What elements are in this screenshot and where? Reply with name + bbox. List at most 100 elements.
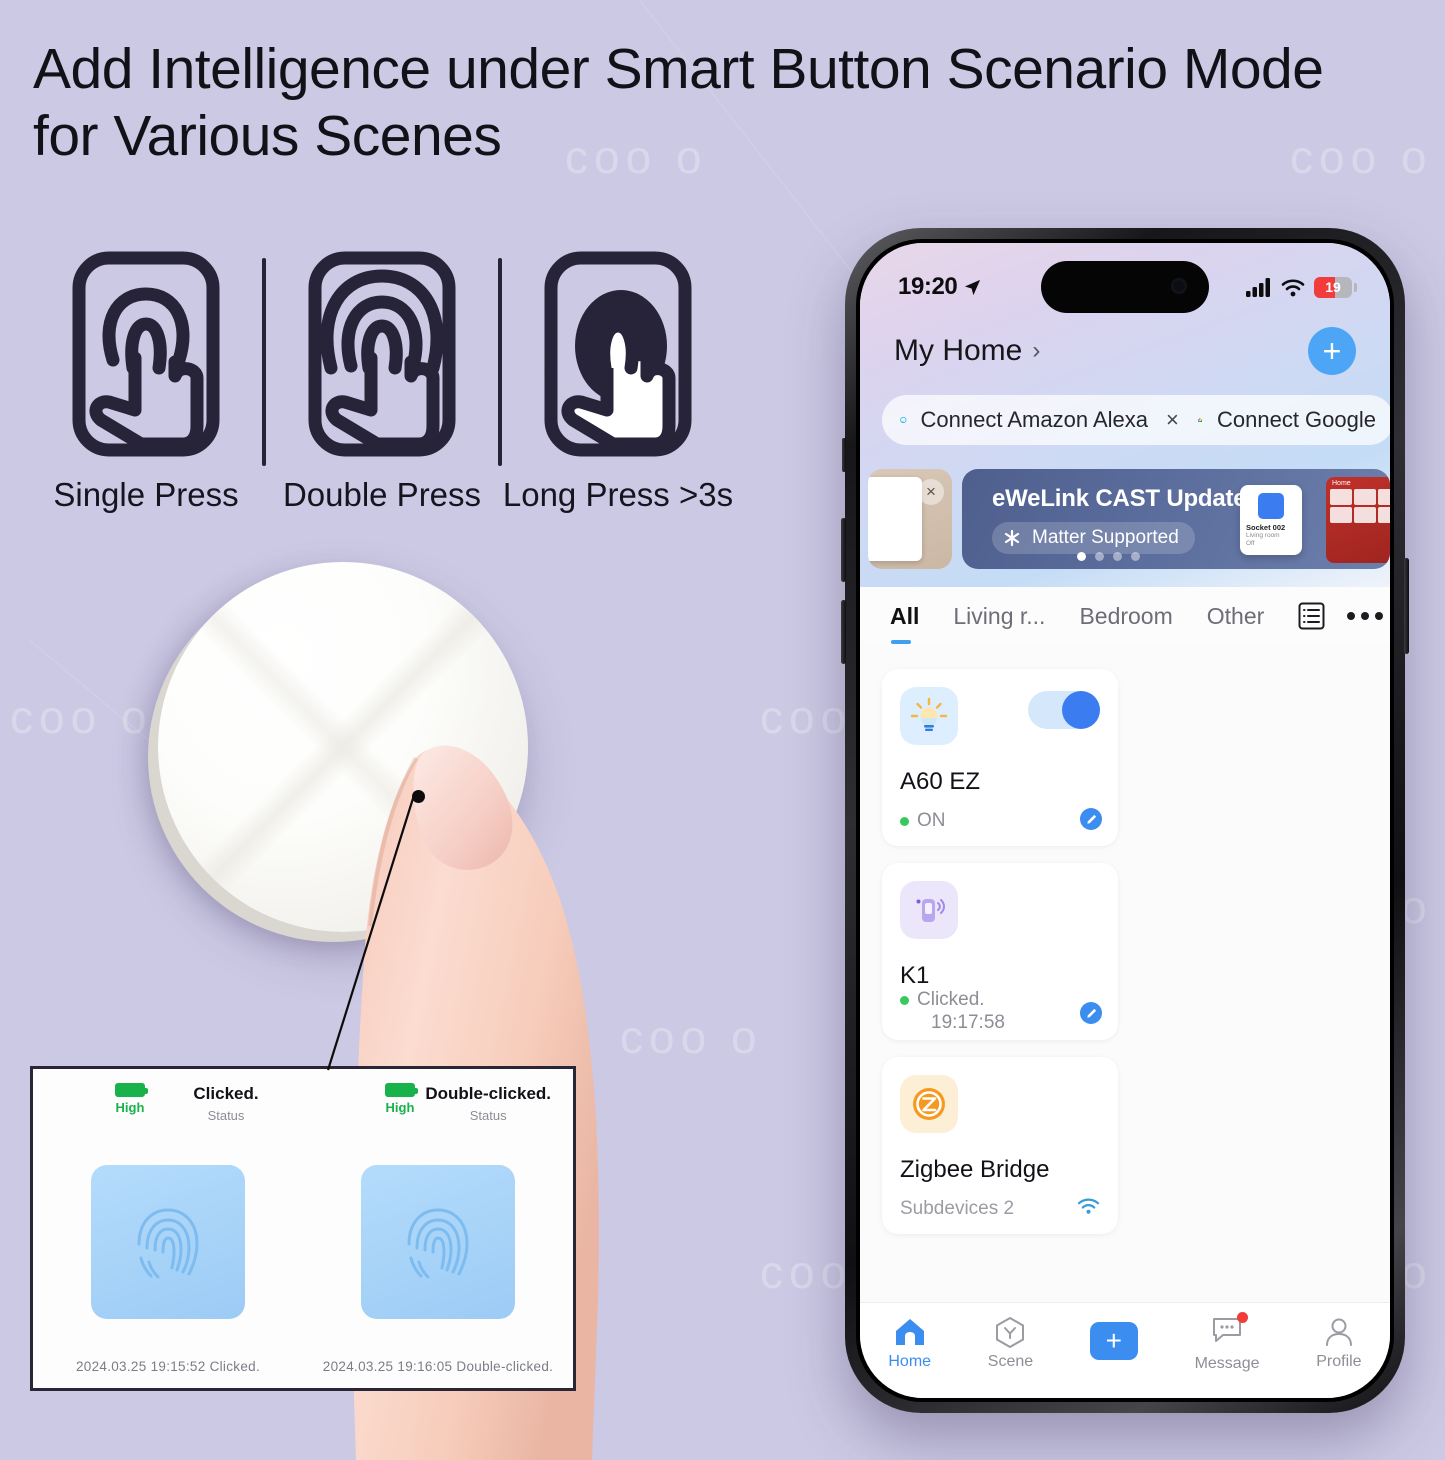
gesture-label: Long Press >3s bbox=[502, 476, 734, 513]
banner-card-room: Living room bbox=[1246, 532, 1280, 539]
tabbar-item-add[interactable]: + bbox=[1089, 1322, 1138, 1365]
add-plus-icon[interactable]: + bbox=[1089, 1322, 1138, 1360]
callout-dot bbox=[412, 790, 425, 803]
home-icon bbox=[895, 1319, 924, 1345]
banner-right-photo: Home bbox=[1326, 477, 1390, 563]
device-card-zigbee-bridge[interactable]: Zigbee Bridge Subdevices 2 bbox=[882, 1057, 1118, 1234]
carousel-dot[interactable] bbox=[1131, 552, 1140, 561]
tabbar-item-scene[interactable]: Scene bbox=[988, 1316, 1033, 1371]
status-value: Clicked. bbox=[193, 1084, 259, 1103]
previous-banner-card[interactable]: × bbox=[868, 469, 952, 569]
tabbar-item-profile[interactable]: Profile bbox=[1316, 1316, 1362, 1371]
gesture-label: Single Press bbox=[53, 476, 239, 513]
device-status-text: ON bbox=[917, 809, 946, 831]
volume-down-button[interactable] bbox=[841, 600, 846, 664]
edit-icon[interactable] bbox=[1080, 1002, 1102, 1024]
status-battery: 19 bbox=[1314, 276, 1357, 298]
event-log-panel: High Clicked. Status 2024.03.25 19:15:52… bbox=[30, 1066, 576, 1391]
tabbar-item-message[interactable]: Message bbox=[1194, 1311, 1260, 1373]
banner-text: eWeLink CAST Update Matter Supported bbox=[962, 485, 1247, 554]
phone-mockup: 19:20 19 My Home › + Connect Amazon Alex… bbox=[841, 228, 1409, 1413]
tabbar-item-home[interactable]: Home bbox=[888, 1316, 931, 1371]
log-timestamp: 2024.03.25 19:16:05 Double-clicked. bbox=[322, 1359, 554, 1374]
tab-all[interactable]: All bbox=[890, 603, 919, 644]
power-toggle[interactable] bbox=[1028, 691, 1100, 729]
banner-photo-grid bbox=[1326, 489, 1390, 523]
cellular-signal-icon bbox=[1246, 277, 1270, 297]
close-icon[interactable]: × bbox=[1166, 407, 1179, 433]
tabbar-label: Profile bbox=[1316, 1353, 1362, 1370]
callout-line bbox=[326, 791, 417, 1071]
status-indicators: 19 bbox=[1246, 276, 1357, 298]
carousel-dot[interactable] bbox=[1077, 552, 1086, 561]
device-name: Zigbee Bridge bbox=[900, 1156, 1050, 1183]
matter-chip-label: Matter Supported bbox=[1032, 526, 1179, 548]
connect-alexa-label[interactable]: Connect Amazon Alexa bbox=[921, 407, 1148, 433]
dynamic-island bbox=[1041, 261, 1209, 313]
close-icon[interactable]: × bbox=[918, 479, 944, 505]
double-press-icon bbox=[308, 251, 456, 457]
log-entry: High Double-clicked. Status 2024.03.25 1… bbox=[303, 1069, 573, 1388]
device-card-k1[interactable]: K1 Clicked. 19:17:58 bbox=[882, 863, 1118, 1040]
device-status: ON bbox=[900, 810, 946, 832]
device-status-time: 19:17:58 bbox=[931, 1011, 1005, 1033]
device-status: Clicked. 19:17:58 bbox=[900, 989, 1005, 1034]
volume-up-button[interactable] bbox=[841, 518, 846, 582]
fingerprint-tile[interactable] bbox=[361, 1165, 515, 1319]
banner-card-name: Socket 002 bbox=[1246, 523, 1286, 532]
home-selector[interactable]: My Home › bbox=[894, 334, 1040, 368]
bottom-tabbar: Home Scene + Message Profile bbox=[860, 1302, 1390, 1398]
phone-bezel: 19:20 19 My Home › + Connect Amazon Alex… bbox=[856, 239, 1394, 1402]
mute-switch[interactable] bbox=[842, 438, 846, 472]
watermark-text: coo o bbox=[10, 691, 153, 743]
smart-button-icon bbox=[900, 881, 958, 939]
power-button[interactable] bbox=[1404, 558, 1409, 654]
status-label: Status bbox=[207, 1108, 245, 1123]
fingerprint-tile[interactable] bbox=[91, 1165, 245, 1319]
matter-chip: Matter Supported bbox=[992, 521, 1195, 554]
device-status-label: Clicked. bbox=[917, 989, 985, 1011]
battery-icon bbox=[385, 1083, 418, 1097]
tab-other[interactable]: Other bbox=[1207, 603, 1265, 630]
room-tabs: All Living r... Bedroom Other bbox=[860, 587, 1390, 645]
more-dots-icon[interactable] bbox=[1347, 612, 1384, 620]
log-timestamp: 2024.03.25 19:15:52 Clicked. bbox=[75, 1359, 261, 1374]
edit-icon[interactable] bbox=[1080, 808, 1102, 830]
chevron-right-icon: › bbox=[1032, 337, 1041, 364]
gesture-double-press: Double Press bbox=[266, 250, 498, 514]
tabbar-label: Message bbox=[1194, 1354, 1260, 1372]
page-title: Add Intelligence under Smart Button Scen… bbox=[33, 37, 1324, 168]
tab-living-room[interactable]: Living r... bbox=[953, 603, 1045, 630]
list-view-icon[interactable] bbox=[1298, 602, 1325, 630]
battery-percent: 19 bbox=[1325, 279, 1341, 295]
status-time: 19:20 bbox=[898, 273, 958, 300]
tabbar-label: Scene bbox=[987, 1353, 1034, 1370]
location-arrow-icon bbox=[965, 279, 981, 295]
device-card-a60-ez[interactable]: A60 EZ ON bbox=[882, 669, 1118, 846]
gesture-long-press: Long Press >3s bbox=[502, 250, 734, 514]
battery-label: High bbox=[115, 1100, 145, 1115]
banner-photo-label: Home bbox=[1332, 480, 1351, 487]
wifi-icon bbox=[1281, 278, 1305, 296]
carousel-dot[interactable] bbox=[1113, 552, 1122, 561]
fingerprint-icon bbox=[137, 1208, 199, 1279]
status-dot bbox=[900, 816, 909, 826]
tabs-actions bbox=[1298, 602, 1384, 630]
battery-label: High bbox=[385, 1100, 415, 1115]
tabbar-label: Home bbox=[888, 1353, 932, 1370]
tab-bedroom[interactable]: Bedroom bbox=[1079, 603, 1172, 630]
scene-hexagon-icon bbox=[996, 1316, 1025, 1348]
connect-google-label[interactable]: Connect Google bbox=[1217, 407, 1376, 433]
status-value: Double-clicked. bbox=[425, 1084, 551, 1103]
battery-indicator: High bbox=[107, 1083, 153, 1115]
light-bulb-icon bbox=[900, 687, 958, 745]
profile-person-icon bbox=[1325, 1318, 1352, 1346]
amazon-alexa-icon bbox=[900, 416, 907, 424]
promo-banner[interactable]: eWeLink CAST Update Matter Supported Soc… bbox=[962, 469, 1390, 569]
device-name: A60 EZ bbox=[900, 768, 981, 795]
add-device-button[interactable]: + bbox=[1308, 327, 1356, 375]
device-subdevices: Subdevices 2 bbox=[900, 1198, 1015, 1219]
home-name: My Home bbox=[894, 334, 1023, 367]
carousel-dot[interactable] bbox=[1095, 552, 1104, 561]
status-block: Double-clicked. Status bbox=[425, 1084, 551, 1123]
